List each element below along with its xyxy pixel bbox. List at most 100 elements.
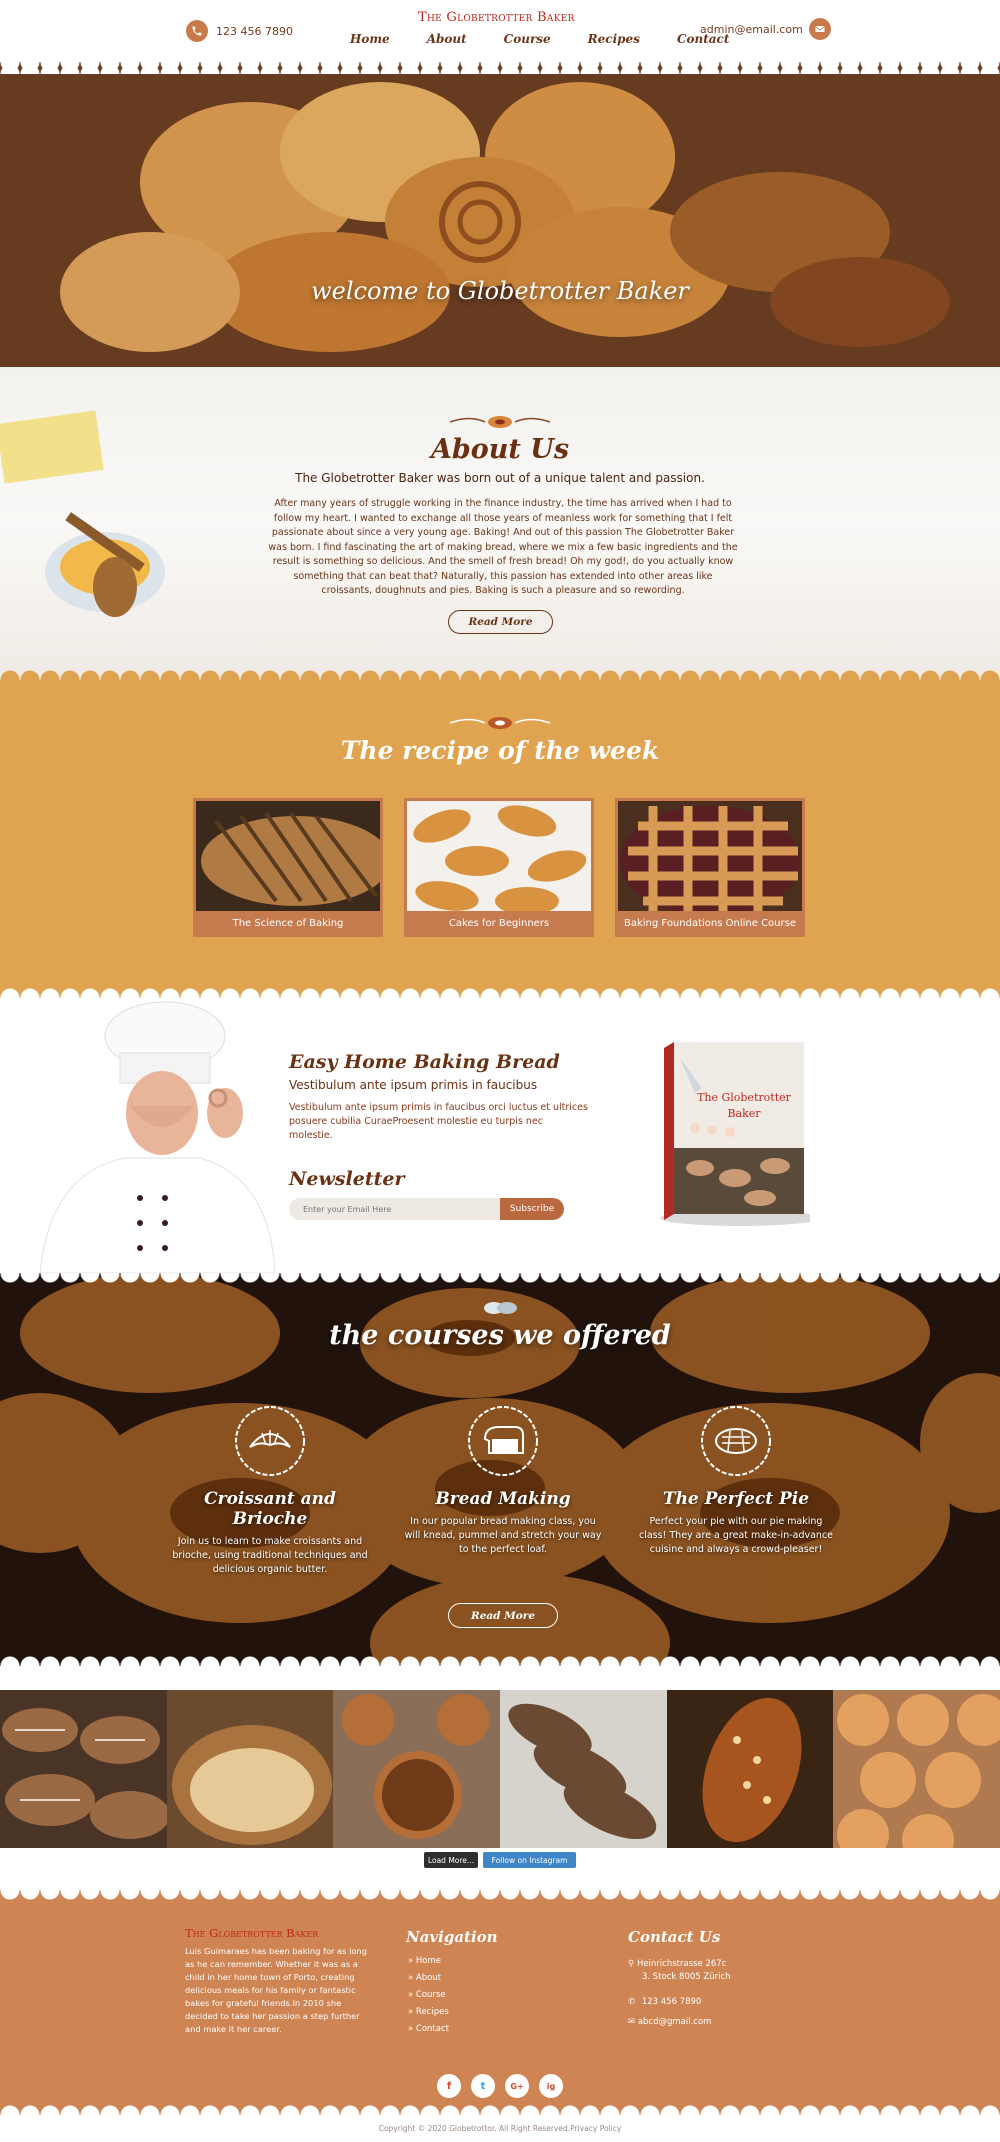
social-links: f t G+ ig (0, 2074, 1000, 2098)
lattice-pie-image (618, 801, 802, 911)
header-scallop (0, 62, 1000, 74)
recipe-bottom-scallop (0, 986, 1000, 998)
newsletter-email-input[interactable] (289, 1198, 504, 1220)
course-title: Croissant and Brioche (204, 1489, 336, 1529)
instagram-icon[interactable]: ig (539, 2074, 563, 2098)
course-croissant[interactable]: Croissant and Brioche Join us to learn t… (170, 1403, 370, 1577)
nav-about[interactable]: About (427, 32, 467, 46)
gallery-image[interactable] (0, 1690, 167, 1848)
ebook-cover[interactable]: The Globetrotter Baker (650, 1038, 810, 1228)
course-description: Perfect your pie with our pie making cla… (638, 1516, 834, 1555)
newsletter-section: Easy Home Baking Bread Vestibulum ante i… (0, 998, 1000, 1273)
footer-link-contact[interactable]: » Contact (408, 2024, 449, 2041)
copyright: Copyright © 2020 Globetrottor. All Right… (378, 2124, 622, 2133)
instagram-gallery (0, 1690, 1000, 1848)
recipe-card-caption: Baking Foundations Online Course (624, 918, 796, 929)
recipe-card[interactable]: Cakes for Beginners (404, 798, 594, 937)
croissant-icon (232, 1403, 308, 1479)
bread-icon (465, 1403, 541, 1479)
croissants-image (407, 801, 591, 911)
footer-logo: The Globetrotter Baker (185, 1926, 319, 1940)
newsletter-title: Newsletter (289, 1168, 405, 1190)
ebook-title: Easy Home Baking Bread (289, 1051, 560, 1073)
ebook-body: Vestibulum ante ipsum primis in faucibus… (289, 1102, 588, 1141)
site-footer: The Globetrotter Baker Luis Guimaraes ha… (0, 1890, 1000, 2115)
courses-top-scallop (0, 1273, 1000, 1285)
footer-contact-title: Contact Us (628, 1928, 721, 1946)
location-icon: ⚲ (628, 1959, 635, 1969)
about-section: About Us The Globetrotter Baker was born… (0, 367, 1000, 680)
gallery-image[interactable] (833, 1690, 1000, 1848)
hero-pastries-image (0, 62, 1000, 367)
about-subtitle: The Globetrotter Baker was born out of a… (295, 471, 705, 485)
gallery-image[interactable] (333, 1690, 500, 1848)
ebook-cover-art (660, 1042, 810, 1226)
courses-bottom-scallop (0, 1654, 1000, 1666)
pie-icon (698, 1403, 774, 1479)
header-email[interactable]: admin@email.com (700, 18, 831, 40)
footer-link-course[interactable]: » Course (408, 1990, 449, 2007)
mail-icon: ✉ (628, 2017, 636, 2027)
footer-navigation-title: Navigation (406, 1928, 498, 1946)
footer-email[interactable]: ✉ abcd@gmail.com (628, 2016, 711, 2029)
nav-home[interactable]: Home (350, 32, 390, 46)
subscribe-button[interactable]: Subscribe (500, 1198, 564, 1220)
recipe-title: The recipe of the week (340, 736, 660, 765)
facebook-icon[interactable]: f (437, 2074, 461, 2098)
load-more-button[interactable]: Load More... (424, 1852, 478, 1868)
gallery-image[interactable] (166, 1690, 334, 1848)
recipe-card-caption: The Science of Baking (232, 918, 344, 929)
footer-top-scallop (0, 1890, 1000, 1902)
site-logo[interactable]: The Globetrotter Baker (418, 10, 575, 25)
footer-link-home[interactable]: » Home (408, 1956, 449, 1973)
hero-banner: welcome to Globetrotter Baker (0, 62, 1000, 367)
footer-link-recipes[interactable]: » Recipes (408, 2007, 449, 2024)
bread-loaf-image (196, 801, 380, 911)
nav-course[interactable]: Course (504, 32, 551, 46)
ebook-cover-title: The Globetrotter Baker (697, 1091, 791, 1120)
header-phone[interactable]: 123 456 7890 (186, 20, 293, 42)
footer-address: ⚲ Heinrichstrasse 267c 3. Stock 8005 Zür… (628, 1958, 731, 1984)
chef-image (39, 1001, 276, 1273)
course-title: The Perfect Pie (662, 1489, 810, 1509)
twitter-icon[interactable]: t (471, 2074, 495, 2098)
course-description: In our popular bread making class, you w… (404, 1516, 602, 1555)
gallery-image[interactable] (499, 1690, 667, 1848)
footer-phone[interactable]: ✆ 123 456 7890 (628, 1996, 701, 2009)
course-pie[interactable]: The Perfect Pie Perfect your pie with ou… (636, 1403, 836, 1557)
footer-link-about[interactable]: » About (408, 1973, 449, 1990)
phone-number: 123 456 7890 (216, 24, 293, 38)
follow-instagram-button[interactable]: Follow on Instagram (483, 1852, 576, 1868)
ebook-subtitle: Vestibulum ante ipsum primis in faucibus (289, 1078, 538, 1092)
google-plus-icon[interactable]: G+ (505, 2074, 529, 2098)
address-line-1: Heinrichstrasse 267c (636, 1959, 727, 1969)
address-line-2: 3. Stock 8005 Zürich (642, 1972, 731, 1982)
about-body: After many years of struggle working in … (268, 498, 738, 596)
courses-ornament (0, 1301, 1000, 1315)
courses-read-more-button[interactable]: Read More (448, 1603, 558, 1628)
course-description: Join us to learn to make croissants and … (172, 1536, 368, 1575)
recipe-section: The recipe of the week The Science of Ba… (0, 680, 1000, 998)
course-title: Bread Making (435, 1489, 571, 1509)
footer-bio: Luis Guimaraes has been baking for as lo… (185, 1946, 368, 2034)
phone-icon: ✆ (628, 1997, 636, 2007)
courses-section: the courses we offered Croissant and Bri… (0, 1273, 1000, 1666)
gallery-image[interactable] (666, 1690, 834, 1848)
course-bread[interactable]: Bread Making In our popular bread making… (403, 1403, 603, 1557)
recipe-card-caption: Cakes for Beginners (448, 918, 550, 929)
recipe-card[interactable]: Baking Foundations Online Course (615, 798, 805, 937)
about-read-more-button[interactable]: Read More (448, 610, 553, 634)
about-ornament (0, 415, 1000, 429)
footer-bottom-scallop (0, 2103, 1000, 2115)
site-header: 123 456 7890 The Globetrotter Baker Home… (0, 0, 1000, 74)
recipe-card[interactable]: The Science of Baking (193, 798, 383, 937)
nav-recipes[interactable]: Recipes (588, 32, 640, 46)
mail-icon (808, 18, 831, 40)
recipe-ornament (0, 716, 1000, 730)
footer-links: » Home » About » Course » Recipes » Cont… (408, 1956, 449, 2041)
about-title: About Us (430, 434, 570, 465)
about-bottom-scallop (0, 668, 1000, 680)
courses-title: the courses we offered (329, 1320, 671, 1351)
email-address: admin@email.com (700, 22, 803, 36)
phone-icon (186, 20, 208, 42)
